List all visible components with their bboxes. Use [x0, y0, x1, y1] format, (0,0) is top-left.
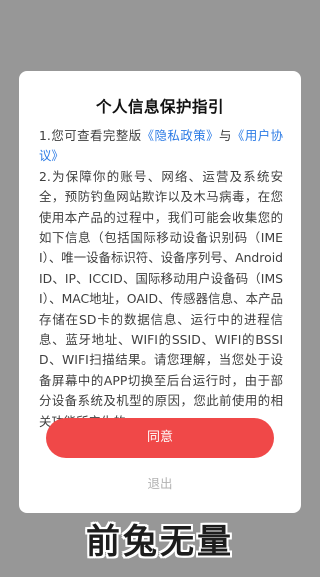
policy-item-2: 2.为保障你的账号、网络、运营及系统安全，预防钓鱼网站欺诈以及木马病毒，在您使用… — [39, 168, 283, 429]
exit-button[interactable]: 退出 — [19, 473, 301, 492]
privacy-policy-link[interactable]: 《隐私政策》 — [142, 128, 219, 143]
privacy-dialog: 个人信息保护指引 1.您可查看完整版《隐私政策》与《用户协议》 2.为保障你的账… — [19, 71, 301, 513]
item1-connector: 与 — [219, 128, 232, 143]
policy-item-1: 1.您可查看完整版《隐私政策》与《用户协议》 — [39, 126, 283, 167]
agree-button[interactable]: 同意 — [46, 418, 274, 458]
item1-prefix: 1.您可查看完整版 — [39, 128, 142, 143]
dialog-title: 个人信息保护指引 — [95, 98, 224, 116]
watermark-text: 前兔无量 — [86, 522, 234, 562]
